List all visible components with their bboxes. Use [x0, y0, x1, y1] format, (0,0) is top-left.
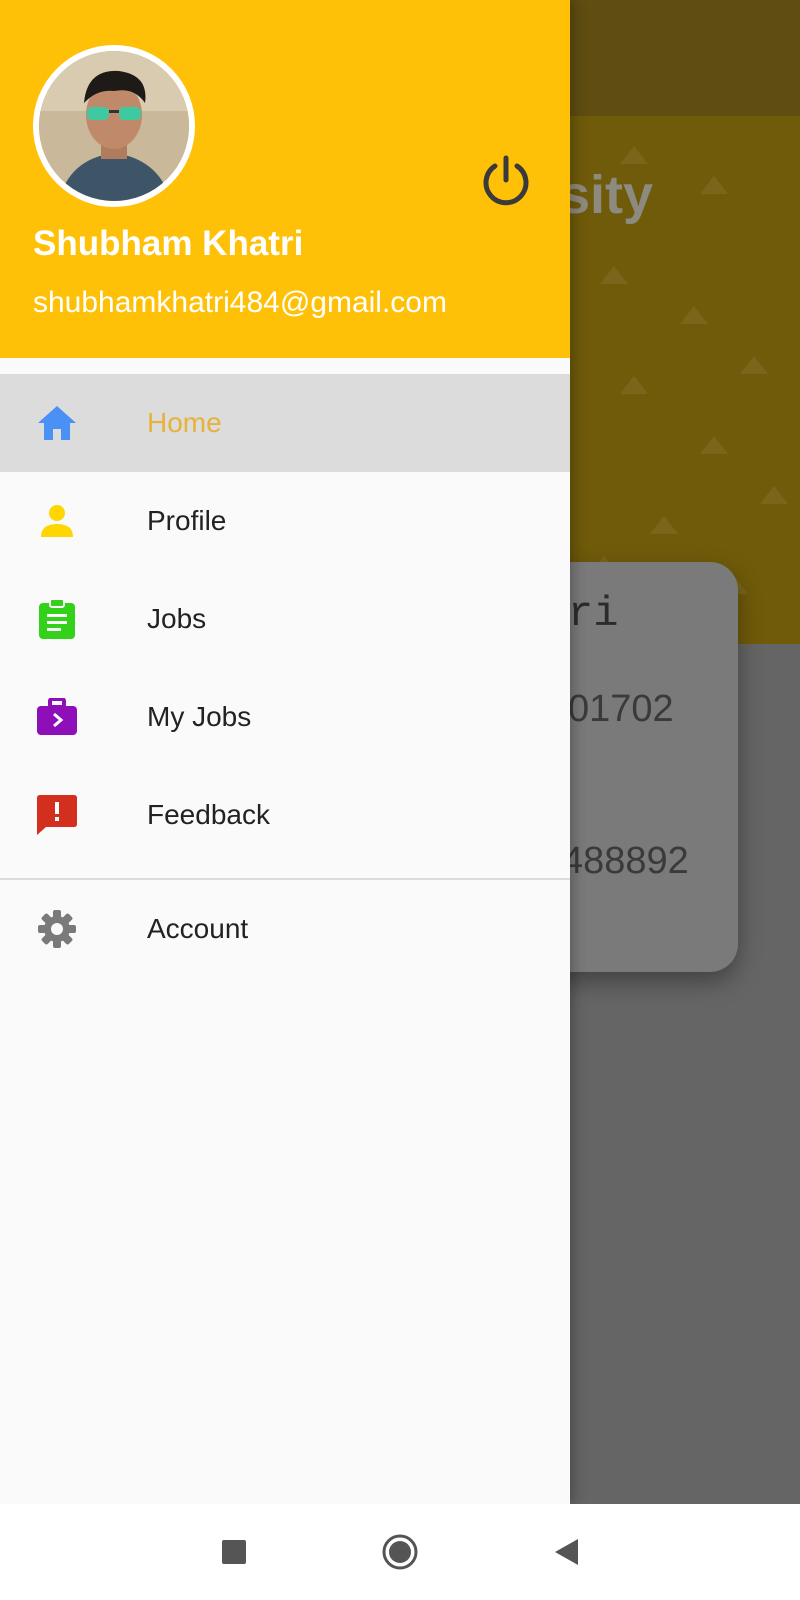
recents-square-icon — [222, 1540, 246, 1564]
menu-item-home[interactable]: Home — [0, 374, 570, 472]
briefcase-icon — [34, 697, 80, 737]
drawer-menu: Home Profile Jobs My Jobs Feedback Accou… — [0, 374, 570, 978]
system-navigation-bar — [0, 1504, 800, 1600]
user-name: Shubham Khatri — [33, 224, 304, 263]
menu-item-my-jobs[interactable]: My Jobs — [0, 668, 570, 766]
background-card-id: 01702 — [568, 688, 674, 730]
menu-item-account-label: Account — [147, 913, 249, 944]
menu-item-account[interactable]: Account — [0, 880, 570, 978]
menu-item-feedback[interactable]: Feedback — [0, 766, 570, 864]
menu-item-my-jobs-label: My Jobs — [147, 701, 252, 732]
home-icon — [34, 403, 80, 443]
background-card-phone: 488892 — [562, 840, 689, 882]
background-banner-title: sity — [560, 165, 654, 225]
back-triangle-icon — [555, 1539, 578, 1565]
menu-item-home-label: Home — [147, 407, 222, 438]
feedback-icon — [34, 795, 80, 835]
logout-power-button[interactable] — [478, 152, 534, 208]
menu-item-profile-label: Profile — [147, 505, 227, 536]
drawer-header: Shubham Khatri shubhamkhatri484@gmail.co… — [0, 0, 570, 358]
back-button[interactable] — [546, 1532, 586, 1572]
home-circle-icon — [382, 1534, 418, 1570]
gear-icon — [34, 909, 80, 949]
menu-item-feedback-label: Feedback — [147, 799, 270, 830]
menu-item-jobs-label: Jobs — [147, 603, 207, 634]
user-email: shubhamkhatri484@gmail.com — [33, 286, 447, 319]
clipboard-icon — [34, 598, 80, 639]
person-icon — [34, 501, 80, 541]
navigation-drawer: Shubham Khatri shubhamkhatri484@gmail.co… — [0, 0, 570, 1504]
menu-item-jobs[interactable]: Jobs — [0, 570, 570, 668]
power-icon — [483, 155, 529, 206]
avatar[interactable] — [33, 45, 195, 207]
recents-button[interactable] — [214, 1532, 254, 1572]
home-button[interactable] — [380, 1532, 420, 1572]
background-card-name: ri — [568, 590, 619, 638]
menu-item-profile[interactable]: Profile — [0, 472, 570, 570]
avatar-photo — [39, 51, 189, 201]
